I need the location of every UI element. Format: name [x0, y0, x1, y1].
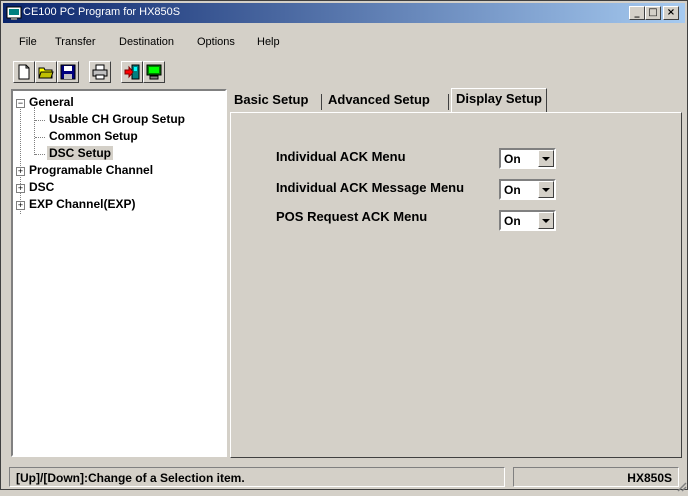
title-bar[interactable]: CE100 PC Program for HX850S _ □ ×	[3, 3, 685, 23]
tree-view[interactable]: − General Usable CH Group Setup Common S…	[11, 89, 227, 457]
individual-ack-message-menu-select[interactable]: On	[499, 179, 556, 200]
status-hint: [Up]/[Down]:Change of a Selection item.	[9, 467, 505, 487]
tree-node-usable-ch-group[interactable]: Usable CH Group Setup	[49, 112, 185, 126]
tree-connector	[34, 107, 35, 155]
menu-destination[interactable]: Destination	[119, 36, 174, 48]
status-bar: [Up]/[Down]:Change of a Selection item. …	[3, 465, 687, 492]
tree-node-programable-channel[interactable]: Programable Channel	[29, 163, 153, 177]
menu-options[interactable]: Options	[197, 36, 235, 48]
individual-ack-menu-value: On	[504, 152, 521, 166]
tab-advanced-setup[interactable]: Advanced Setup	[324, 90, 434, 112]
tab-basic-setup[interactable]: Basic Setup	[230, 90, 312, 112]
pos-request-ack-menu-value: On	[504, 214, 521, 228]
window-title: CE100 PC Program for HX850S	[23, 6, 181, 18]
dropdown-arrow-icon[interactable]	[538, 181, 554, 198]
tree-node-dsc[interactable]: DSC	[29, 180, 54, 194]
close-button[interactable]: ×	[663, 6, 679, 20]
app-window: CE100 PC Program for HX850S _ □ × File T…	[0, 0, 688, 492]
open-folder-icon	[38, 67, 54, 79]
transfer-from-device-button[interactable]	[143, 61, 165, 83]
new-file-button[interactable]	[13, 61, 35, 83]
menu-file[interactable]: File	[19, 36, 37, 48]
tree-node-exp-channel[interactable]: EXP Channel(EXP)	[29, 197, 135, 211]
toolbar	[3, 58, 685, 86]
tree-connector	[35, 154, 45, 155]
individual-ack-menu-label: Individual ACK Menu	[276, 149, 406, 164]
tab-separator	[448, 94, 449, 110]
print-button[interactable]	[89, 61, 111, 83]
transfer-from-device-icon	[146, 64, 162, 80]
individual-ack-message-menu-label: Individual ACK Message Menu	[276, 180, 465, 195]
menu-bar: File Transfer Destination Options Help	[3, 34, 685, 52]
tab-separator	[321, 94, 322, 110]
app-icon	[6, 5, 22, 21]
save-button[interactable]	[57, 61, 79, 83]
individual-ack-message-menu-value: On	[504, 183, 521, 197]
tree-node-dsc-setup[interactable]: DSC Setup	[47, 146, 114, 160]
minimize-button[interactable]: _	[629, 6, 645, 20]
expand-dsc-toggle[interactable]: +	[16, 184, 25, 193]
expand-programable-channel-toggle[interactable]: +	[16, 167, 25, 176]
transfer-to-device-icon	[124, 64, 140, 80]
tree-node-general[interactable]: General	[29, 95, 74, 109]
status-model: HX850S	[513, 467, 679, 487]
pos-request-ack-menu-label: POS Request ACK Menu	[276, 209, 428, 224]
transfer-to-device-button[interactable]	[121, 61, 143, 83]
tree-connector	[35, 137, 45, 138]
menu-help[interactable]: Help	[257, 36, 280, 48]
new-file-icon	[18, 64, 30, 80]
open-folder-button[interactable]	[35, 61, 57, 83]
display-setup-panel: Individual ACK Menu On Individual ACK Me…	[230, 112, 682, 458]
dropdown-arrow-icon[interactable]	[538, 150, 554, 167]
dropdown-arrow-icon[interactable]	[538, 212, 554, 229]
tab-display-setup[interactable]: Display Setup	[451, 88, 547, 113]
print-icon	[92, 64, 108, 80]
tree-connector	[35, 120, 45, 121]
individual-ack-menu-select[interactable]: On	[499, 148, 556, 169]
pos-request-ack-menu-select[interactable]: On	[499, 210, 556, 231]
maximize-button[interactable]: □	[645, 6, 661, 20]
tree-connector	[20, 104, 21, 214]
collapse-general-toggle[interactable]: −	[16, 99, 25, 108]
menu-transfer[interactable]: Transfer	[55, 36, 96, 48]
save-disk-icon	[60, 64, 76, 80]
expand-exp-channel-toggle[interactable]: +	[16, 201, 25, 210]
tree-node-common-setup[interactable]: Common Setup	[49, 129, 138, 143]
resize-grip-icon[interactable]	[675, 477, 687, 492]
